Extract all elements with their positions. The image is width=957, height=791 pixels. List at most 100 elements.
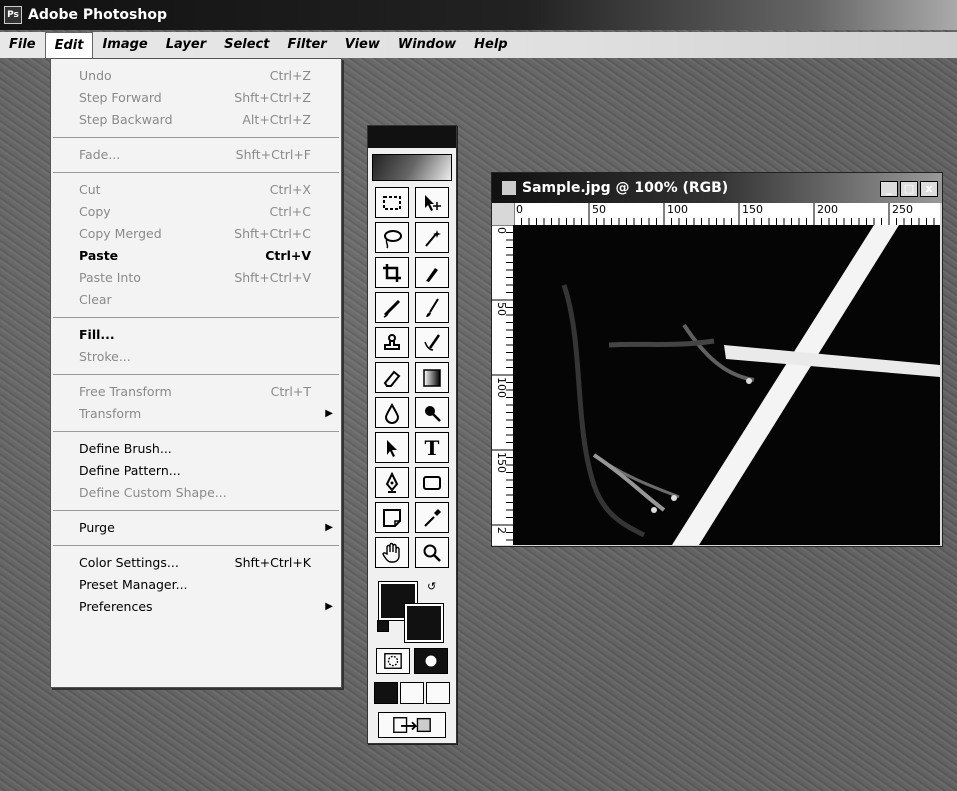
menu-file[interactable]: File xyxy=(0,32,45,58)
jump-to-imageready-icon[interactable] xyxy=(378,712,446,738)
undo-shortcut: Ctrl+Z xyxy=(269,68,311,83)
crop-icon[interactable] xyxy=(375,257,409,288)
menu-item-preferences[interactable]: Preferences ▶ xyxy=(51,596,341,618)
document-title: Sample.jpg @ 100% (RGB) xyxy=(522,180,729,196)
swap-colors-icon[interactable]: ↺ xyxy=(427,580,436,593)
menu-image[interactable]: Image xyxy=(93,32,156,58)
horizontal-ruler[interactable]: 0 50 100 150 200 250 xyxy=(514,203,940,226)
document-window: Sample.jpg @ 100% (RGB) _ □ x 0 50 100 1… xyxy=(491,172,943,547)
menu-item-paste-into[interactable]: Paste Into Shft+Ctrl+V xyxy=(51,267,341,289)
menu-item-stroke[interactable]: Stroke... xyxy=(51,346,341,368)
menu-item-fade[interactable]: Fade... Shft+Ctrl+F xyxy=(51,144,341,166)
menu-item-step-backward[interactable]: Step Backward Alt+Ctrl+Z xyxy=(51,109,341,131)
submenu-arrow-icon: ▶ xyxy=(325,408,333,419)
menu-view[interactable]: View xyxy=(336,32,389,58)
image-canvas[interactable] xyxy=(514,225,940,545)
blur-icon[interactable] xyxy=(375,397,409,428)
document-titlebar[interactable]: Sample.jpg @ 100% (RGB) _ □ x xyxy=(492,173,942,203)
menu-item-preset-manager[interactable]: Preset Manager... xyxy=(51,574,341,596)
stroke-label: Stroke... xyxy=(79,349,131,364)
magic-wand-icon[interactable] xyxy=(415,222,449,253)
minimize-button[interactable]: _ xyxy=(880,181,898,197)
maximize-button[interactable]: □ xyxy=(900,181,918,197)
clone-stamp-icon[interactable] xyxy=(375,327,409,358)
menu-separator xyxy=(53,172,339,173)
move-icon[interactable] xyxy=(415,187,449,218)
menu-item-purge[interactable]: Purge ▶ xyxy=(51,517,341,539)
healing-brush-icon[interactable] xyxy=(375,292,409,323)
full-screen-mode-icon[interactable] xyxy=(426,682,450,704)
menu-item-color-settings[interactable]: Color Settings... Shft+Ctrl+K xyxy=(51,552,341,574)
type-tool-glyph: T xyxy=(424,435,440,460)
standard-mode-icon[interactable] xyxy=(376,648,410,674)
menu-separator xyxy=(53,374,339,375)
dodge-icon[interactable] xyxy=(415,397,449,428)
history-brush-icon[interactable] xyxy=(415,327,449,358)
vertical-ruler[interactable]: 0 50 100 150 2 xyxy=(492,225,514,545)
step-backward-label: Step Backward xyxy=(79,112,173,127)
menu-item-define-custom-shape[interactable]: Define Custom Shape... xyxy=(51,482,341,504)
menu-item-transform[interactable]: Transform ▶ xyxy=(51,403,341,425)
pen-icon[interactable] xyxy=(375,467,409,498)
menu-layer[interactable]: Layer xyxy=(157,32,215,58)
ruler-left-label: 0 xyxy=(495,227,508,234)
clear-label: Clear xyxy=(79,292,112,307)
lasso-icon[interactable] xyxy=(375,222,409,253)
menu-item-define-brush[interactable]: Define Brush... xyxy=(51,438,341,460)
eyedropper-icon[interactable] xyxy=(415,502,449,533)
eraser-icon[interactable] xyxy=(375,362,409,393)
menu-edit[interactable]: Edit xyxy=(44,32,94,58)
define-pattern-label: Define Pattern... xyxy=(79,463,181,478)
quick-mask-mode-icon[interactable] xyxy=(414,648,448,674)
menu-item-free-transform[interactable]: Free Transform Ctrl+T xyxy=(51,381,341,403)
menu-item-fill[interactable]: Fill... xyxy=(51,324,341,346)
ruler-top-label: 150 xyxy=(742,203,763,216)
full-screen-menubar-mode-icon[interactable] xyxy=(400,682,424,704)
submenu-arrow-icon: ▶ xyxy=(325,601,333,612)
ruler-left-label: 50 xyxy=(495,302,508,316)
menu-item-paste[interactable]: Paste Ctrl+V xyxy=(51,245,341,267)
document-icon xyxy=(502,181,516,195)
step-forward-label: Step Forward xyxy=(79,90,162,105)
purge-label: Purge xyxy=(79,520,115,535)
photoshop-app-icon[interactable]: Ps xyxy=(4,6,22,24)
copy-label: Copy xyxy=(79,204,111,219)
hand-icon[interactable] xyxy=(375,537,409,568)
step-backward-shortcut: Alt+Ctrl+Z xyxy=(242,112,311,127)
gradient-icon[interactable] xyxy=(415,362,449,393)
background-color-swatch[interactable] xyxy=(404,603,444,643)
menu-help[interactable]: Help xyxy=(465,32,516,58)
menu-item-define-pattern[interactable]: Define Pattern... xyxy=(51,460,341,482)
rectangular-marquee-icon[interactable] xyxy=(375,187,409,218)
menu-select[interactable]: Select xyxy=(215,32,278,58)
toolbox-titlebar[interactable] xyxy=(368,126,456,148)
menu-window[interactable]: Window xyxy=(389,32,465,58)
screen-mode-buttons xyxy=(368,682,456,704)
menu-separator xyxy=(53,137,339,138)
zoom-icon[interactable] xyxy=(415,537,449,568)
photoshop-logo-icon[interactable] xyxy=(372,154,452,181)
menu-item-undo[interactable]: Undo Ctrl+Z xyxy=(51,65,341,87)
menu-item-copy-merged[interactable]: Copy Merged Shft+Ctrl+C xyxy=(51,223,341,245)
menu-item-copy[interactable]: Copy Ctrl+C xyxy=(51,201,341,223)
slice-icon[interactable] xyxy=(415,257,449,288)
preset-manager-label: Preset Manager... xyxy=(79,577,188,592)
color-settings-shortcut: Shft+Ctrl+K xyxy=(234,555,311,570)
type-icon[interactable]: T xyxy=(415,432,449,463)
brush-icon[interactable] xyxy=(415,292,449,323)
default-colors-icon[interactable] xyxy=(377,620,389,632)
close-button[interactable]: x xyxy=(920,181,938,197)
menu-item-clear[interactable]: Clear xyxy=(51,289,341,311)
menubar: File Edit Image Layer Select Filter View… xyxy=(0,32,957,58)
notes-icon[interactable] xyxy=(375,502,409,533)
cut-label: Cut xyxy=(79,182,101,197)
standard-screen-mode-icon[interactable] xyxy=(374,682,398,704)
menu-item-cut[interactable]: Cut Ctrl+X xyxy=(51,179,341,201)
menu-item-step-forward[interactable]: Step Forward Shft+Ctrl+Z xyxy=(51,87,341,109)
ruler-top-label: 50 xyxy=(592,203,606,216)
menu-filter[interactable]: Filter xyxy=(278,32,335,58)
path-selection-icon[interactable] xyxy=(375,432,409,463)
ruler-left-label: 100 xyxy=(495,377,508,398)
ruler-top-label: 250 xyxy=(892,203,913,216)
rectangle-shape-icon[interactable] xyxy=(415,467,449,498)
